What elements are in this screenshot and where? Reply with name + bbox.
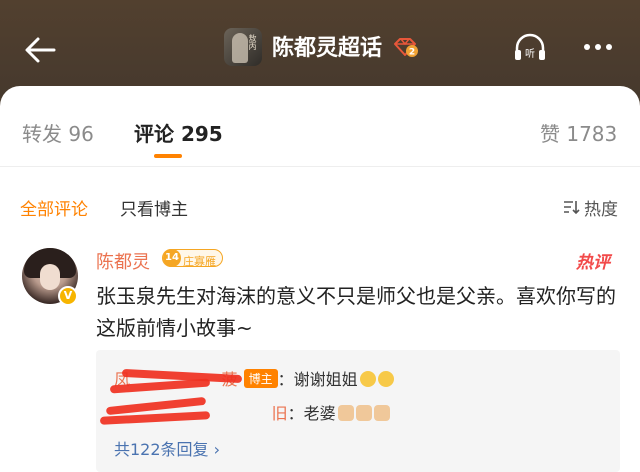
dog-emoji-icon — [355, 405, 372, 421]
tab-comments[interactable]: 评论 295 — [134, 118, 223, 147]
filter-all-comments[interactable]: 全部评论 — [20, 195, 88, 220]
dog-emoji-icon — [337, 405, 354, 421]
super-topic-badge-icon: 2 — [394, 38, 418, 58]
topic-title[interactable]: 陈都灵超话 — [272, 30, 382, 62]
listen-icon[interactable]: 听 — [512, 30, 548, 66]
tab-likes-count: 1783 — [566, 122, 618, 146]
tab-divider — [0, 166, 640, 167]
tab-comments-label: 评论 — [134, 122, 174, 146]
tab-reposts-count: 96 — [68, 122, 94, 146]
reply-2-text: ：老婆 — [287, 404, 336, 423]
reply-1-text: ：谢谢姐姐 — [277, 370, 358, 389]
verified-badge-icon: V — [58, 286, 78, 306]
comment-username[interactable]: 陈都灵 — [96, 248, 150, 274]
comment-text: 张玉泉先生对海沫的意义不只是师父也是父亲。喜欢你写的这版前情小故事~ — [96, 284, 616, 340]
figure-shape — [232, 33, 248, 63]
back-arrow-icon[interactable] — [20, 30, 60, 70]
tab-likes-label: 赞 — [540, 122, 560, 146]
avatar-text: 敖丙 — [248, 34, 257, 50]
tab-reposts[interactable]: 转发 96 — [22, 118, 94, 147]
fan-level-number: 14 — [163, 249, 181, 267]
filter-owner-only[interactable]: 只看博主 — [120, 195, 188, 220]
avatar-face — [40, 264, 60, 290]
reply-box[interactable]: 凤 菠博主：谢谢姐姐 旧：老婆 共122条回复 › — [96, 350, 620, 472]
tab-likes[interactable]: 赞 1783 — [540, 118, 617, 147]
more-options-icon[interactable] — [578, 32, 618, 62]
emoji-icon — [359, 371, 376, 387]
dog-emoji-icon — [373, 405, 390, 421]
sort-icon[interactable] — [562, 198, 580, 216]
tab-reposts-label: 转发 — [22, 122, 62, 146]
svg-text:听: 听 — [525, 48, 535, 60]
more-replies-link[interactable]: 共122条回复 › — [114, 436, 220, 460]
owner-tag: 博主 — [243, 369, 278, 388]
topic-avatar[interactable]: 敖丙 — [224, 28, 262, 66]
hot-comment-tag: 热评 — [576, 253, 610, 273]
sort-hotness[interactable]: 热度 — [584, 195, 618, 220]
fan-level-badge: 14 庄寡雁 — [162, 249, 223, 268]
tab-comments-count: 295 — [180, 122, 223, 146]
svg-text:2: 2 — [409, 48, 415, 58]
active-tab-indicator — [154, 154, 182, 158]
emoji-icon — [377, 371, 394, 387]
